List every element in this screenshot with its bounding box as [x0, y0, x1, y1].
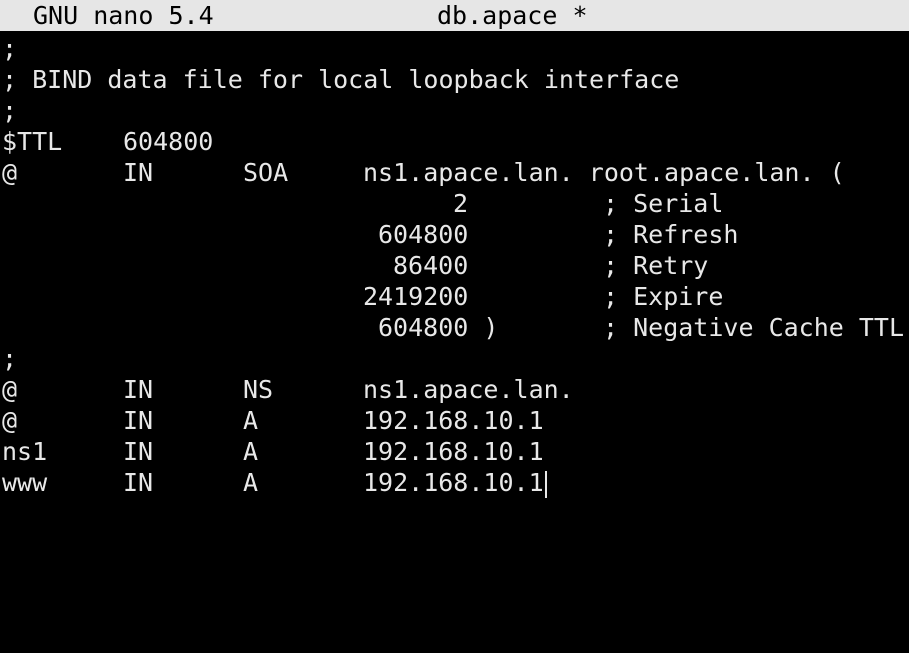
- editor-line: $TTL 604800: [2, 126, 213, 157]
- record-type: A: [243, 406, 259, 435]
- editor-line: 86400 ; Retry: [2, 250, 708, 281]
- record-name: @: [2, 406, 18, 435]
- editor-line: ;: [2, 343, 62, 374]
- editor-line: 604800 ) ; Negative Cache TTL: [2, 312, 904, 343]
- editor-line: ns1 IN A 192.168.10.1: [2, 436, 544, 467]
- record-data-with-cursor: 192.168.10.1: [363, 467, 547, 498]
- text-cursor: [544, 470, 547, 498]
- editor-line: www IN A 192.168.10.1: [2, 467, 547, 498]
- comment-text: ; BIND data file for local loopback inte…: [2, 65, 680, 94]
- editor-line: @ IN NS ns1.apace.lan.: [2, 374, 574, 405]
- soa-negative-ttl-value: 604800 ): [378, 313, 499, 342]
- soa-serial-comment: ; Serial: [603, 189, 724, 218]
- editor-line: 2 ; Serial: [2, 188, 723, 219]
- record-data: 192.168.10.1: [363, 468, 544, 497]
- record-class: IN: [123, 468, 154, 497]
- editor-line: 2419200 ; Expire: [2, 281, 723, 312]
- comment-text: ;: [2, 34, 18, 63]
- ttl-value: 604800: [123, 127, 214, 156]
- soa-expire-value: 2419200: [363, 282, 469, 311]
- ttl-label: $TTL: [2, 127, 63, 156]
- editor-text-area[interactable]: ; ; BIND data file for local loopback in…: [2, 33, 907, 514]
- soa-serial-value: 2: [453, 189, 469, 218]
- editor-line: ;: [2, 95, 62, 126]
- record-name: www: [2, 468, 48, 497]
- record-class: IN: [123, 406, 154, 435]
- editor-line: @ IN A 192.168.10.1: [2, 405, 544, 436]
- editor-line: 604800 ; Refresh: [2, 219, 738, 250]
- record-data: ns1.apace.lan.: [363, 375, 574, 404]
- record-name: @: [2, 375, 18, 404]
- comment-text: ;: [2, 96, 18, 125]
- soa-retry-comment: ; Retry: [603, 251, 709, 280]
- record-type: NS: [243, 375, 274, 404]
- app-name: GNU nano 5.4: [33, 1, 214, 30]
- comment-text: ;: [2, 344, 18, 373]
- record-class: IN: [123, 158, 154, 187]
- record-data: 192.168.10.1: [363, 437, 544, 466]
- file-name: db.apace *: [437, 1, 588, 30]
- record-data: ns1.apace.lan. root.apace.lan. (: [363, 158, 845, 187]
- soa-retry-value: 86400: [393, 251, 469, 280]
- record-class: IN: [123, 437, 154, 466]
- record-data: 192.168.10.1: [363, 406, 544, 435]
- editor-line: ;: [2, 33, 62, 64]
- record-type: A: [243, 437, 259, 466]
- record-type: A: [243, 468, 259, 497]
- nano-title-bar: GNU nano 5.4 db.apace *: [0, 0, 909, 31]
- soa-refresh-comment: ; Refresh: [603, 220, 739, 249]
- soa-negative-ttl-comment: ; Negative Cache TTL: [603, 313, 905, 342]
- editor-line: ; BIND data file for local loopback inte…: [2, 64, 679, 95]
- soa-refresh-value: 604800: [378, 220, 469, 249]
- soa-expire-comment: ; Expire: [603, 282, 724, 311]
- record-name: ns1: [2, 437, 48, 466]
- record-class: IN: [123, 375, 154, 404]
- record-type: SOA: [243, 158, 289, 187]
- editor-line: @ IN SOA ns1.apace.lan. root.apace.lan. …: [2, 157, 845, 188]
- record-name: @: [2, 158, 18, 187]
